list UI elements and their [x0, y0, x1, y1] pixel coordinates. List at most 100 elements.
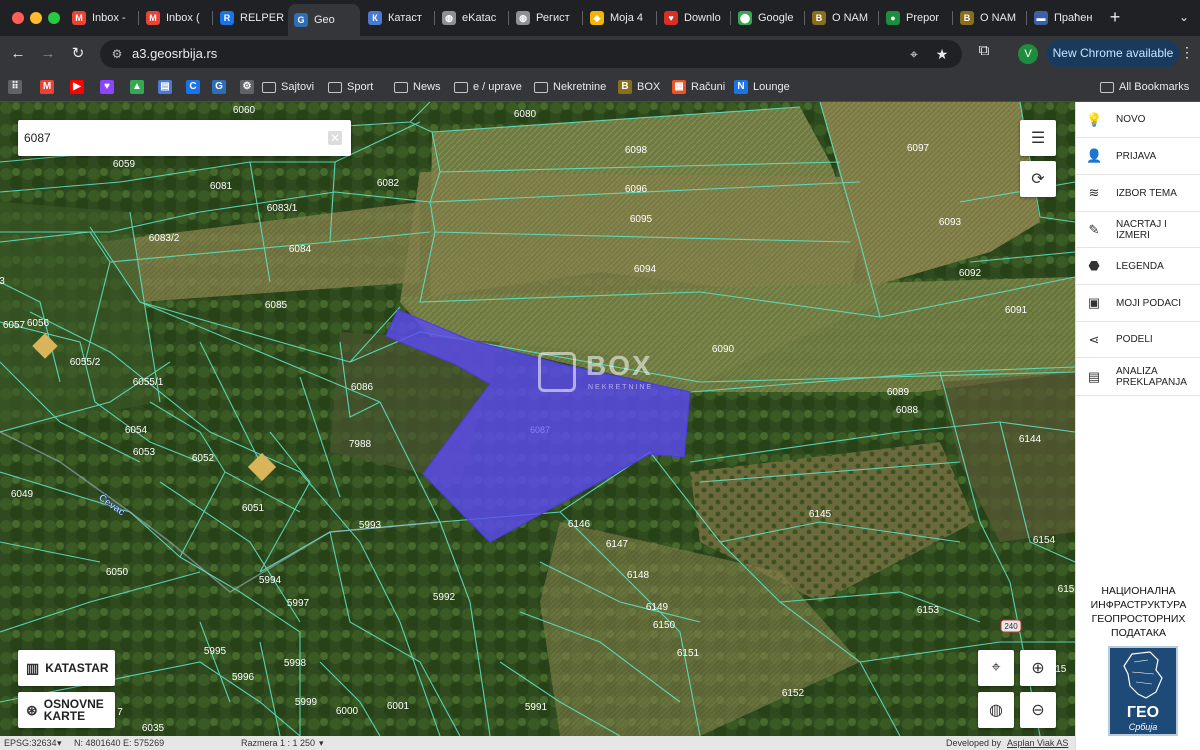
parcel-search-input[interactable] [24, 128, 314, 148]
zoom-out-button[interactable]: ⊖ [1020, 692, 1056, 728]
back-button[interactable]: ← [6, 42, 30, 66]
parcel-number-label: 6154 [1033, 535, 1056, 546]
parcel-search[interactable]: ✕ [18, 120, 351, 156]
projection-caret-icon[interactable]: ▾ [57, 736, 62, 750]
bookmark-item[interactable]: ▤ [158, 78, 172, 96]
map-status-bar: EPSG:32634 ▾ N: 4801640 E: 575269 Razmer… [0, 736, 1075, 750]
new-tab-button[interactable]: + [1106, 8, 1124, 26]
parcel-number-label: 6056 [27, 318, 50, 329]
bookmark-item[interactable]: B BOX [618, 78, 660, 96]
menu-item-prijava[interactable]: 👤 PRIJAVA [1076, 138, 1200, 175]
menu-item-moji-podaci[interactable]: ▣ MOJI PODACI [1076, 285, 1200, 322]
bookmark-item[interactable]: N Lounge [734, 78, 790, 96]
menu-item-novo[interactable]: 💡 NOVO [1076, 102, 1200, 138]
bookmark-star-icon[interactable]: ★ [934, 46, 950, 62]
parcel-number-label: 6080 [514, 109, 537, 120]
parcel-number-label: 6051 [242, 503, 265, 514]
parcel-number-label: 6092 [959, 268, 982, 279]
bookmark-item[interactable]: M [40, 78, 54, 96]
menu-item-podeli[interactable]: ⋖ PODELI [1076, 322, 1200, 358]
tag-icon: ⬣ [1088, 258, 1100, 273]
parcel-number-label: 6144 [1019, 434, 1042, 445]
browser-tab[interactable]: ♥ Downlo [658, 6, 730, 30]
browser-tab[interactable]: ▬ Праћен [1028, 6, 1100, 30]
menu-item-izbor-tema[interactable]: ≋ IZBOR TEMA [1076, 175, 1200, 212]
profile-avatar[interactable]: V [1018, 44, 1038, 64]
parcel-number-label: 6000 [336, 706, 359, 717]
globe-view-button[interactable]: ◍ [978, 692, 1014, 728]
geo-srbija-logo[interactable]: ГЕО Србија [1108, 646, 1178, 736]
minimize-window-button[interactable] [30, 12, 42, 24]
parcel-number-label: 3 [0, 276, 5, 287]
cadastral-map[interactable]: 240 Čevac 6060 60806098 609760596081 608260… [0, 102, 1075, 736]
bookmark-item[interactable]: ♥ [100, 78, 114, 96]
docs-icon: ▤ [158, 80, 172, 94]
tab-separator [878, 11, 879, 25]
browser-tab[interactable]: К Катаст [362, 6, 434, 30]
katastar-layer-button[interactable]: ▥ KATASTAR [18, 650, 115, 686]
parcel-number-label: 6147 [606, 539, 629, 550]
parcel-number-label: 6049 [11, 489, 34, 500]
bookmark-item[interactable]: ⠿ [8, 78, 22, 96]
location-icon[interactable]: ⌖ [906, 46, 922, 62]
projection-select[interactable]: EPSG:32634 [4, 736, 57, 750]
bookmark-item[interactable]: C [186, 78, 200, 96]
browser-tab[interactable]: B O NAM [806, 6, 878, 30]
osnovne-karte-button[interactable]: ⊛ OSNOVNE KARTE [18, 692, 115, 728]
browser-tab[interactable]: G Geo [288, 4, 360, 36]
zoom-in-button[interactable]: ⊕ [1020, 650, 1056, 686]
address-bar[interactable]: ⚙ a3.geosrbija.rs ⌖ ★ [100, 40, 962, 68]
browser-tab[interactable]: ◍ Регист [510, 6, 582, 30]
road-number-label: 240 [1004, 622, 1018, 631]
parcel-number-label: 6084 [289, 244, 312, 255]
menu-toggle-button[interactable]: ☰ [1020, 120, 1056, 156]
locate-me-button[interactable]: ⌖ [978, 650, 1014, 686]
share-icon: ⋖ [1088, 331, 1100, 347]
bookmark-item[interactable]: Sport [328, 78, 373, 96]
bookmark-item[interactable]: ▦ Računi [672, 78, 725, 96]
bookmark-item[interactable]: ▶ [70, 78, 84, 96]
parcel-number-label: 6001 [387, 701, 410, 712]
bookmark-item[interactable]: G [212, 78, 226, 96]
reload-button[interactable]: ↻ [66, 42, 90, 66]
plus-circle-icon: ⊕ [1031, 660, 1045, 677]
clear-search-icon[interactable]: ✕ [328, 131, 342, 145]
tab-separator [434, 11, 435, 25]
browser-tab[interactable]: R RELPER [214, 6, 286, 30]
drive-icon: ▲ [130, 80, 144, 94]
new-chrome-available-button[interactable]: New Chrome available [1046, 40, 1180, 67]
refresh-map-button[interactable]: ⟳ [1020, 161, 1056, 197]
menu-item-legenda[interactable]: ⬣ LEGENDA [1076, 248, 1200, 285]
browser-tab[interactable]: M Inbox ( [140, 6, 212, 30]
bookmark-item[interactable]: ⚙ [240, 78, 254, 96]
parcel-number-label: 7 [117, 707, 123, 718]
bookmark-item[interactable]: Sajtovi [262, 78, 314, 96]
map-view[interactable]: 240 Čevac 6060 6080 6098 6097 6059 6081 6082 60… [0, 102, 1075, 736]
bookmark-item[interactable]: ▲ [130, 78, 144, 96]
scale-caret-icon[interactable]: ▾ [319, 736, 324, 750]
browser-tab[interactable]: ● Prepor [880, 6, 952, 30]
bookmark-item[interactable]: News [394, 78, 441, 96]
hamburger-icon: ☰ [1030, 130, 1046, 147]
all-bookmarks[interactable]: All Bookmarks [1100, 78, 1189, 96]
site-info-icon[interactable]: ⚙ [110, 47, 124, 61]
scale-select[interactable]: Razmera 1 : 1 250 [241, 736, 315, 750]
browser-tab[interactable]: ⬤ Google [732, 6, 804, 30]
bookmark-item[interactable]: Nekretnine [534, 78, 606, 96]
folder-icon [328, 81, 342, 93]
browser-tab[interactable]: B O NAM [954, 6, 1026, 30]
maximize-window-button[interactable] [48, 12, 60, 24]
lightbulb-icon: 💡 [1086, 111, 1103, 127]
menu-item-analiza-preklapanja[interactable]: ▤ ANALIZA PREKLAPANJA [1076, 358, 1200, 396]
browser-tab[interactable]: ◍ eKatac [436, 6, 508, 30]
browser-tab[interactable]: ◆ Moja 4 [584, 6, 656, 30]
developer-link[interactable]: Asplan Viak AS [1007, 736, 1068, 750]
chrome-menu-icon[interactable]: ⋮ [1180, 44, 1194, 64]
bookmark-item[interactable]: e / uprave [454, 78, 522, 96]
tab-search-button[interactable]: ⌄ [1176, 8, 1192, 26]
browser-tab[interactable]: M Inbox - [66, 6, 138, 30]
extensions-icon[interactable]: ⧉ [974, 42, 994, 64]
menu-item-nacrtaj-i-izmeri[interactable]: ✎ NACRTAJ I IZMERI [1076, 212, 1200, 248]
close-window-button[interactable] [12, 12, 24, 24]
forward-button[interactable]: → [36, 42, 60, 66]
